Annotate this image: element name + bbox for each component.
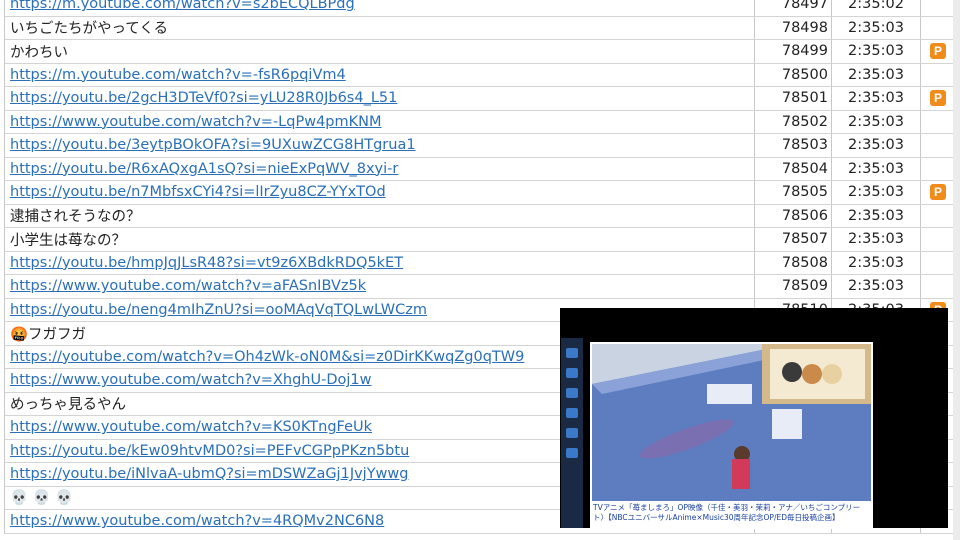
video-thumbnail[interactable] xyxy=(592,344,871,501)
comment-number: 78504 xyxy=(755,157,832,180)
comment-row[interactable]: かわちい 78499 2:35:03 P xyxy=(5,40,955,64)
comment-number: 78502 xyxy=(755,110,832,133)
comment-link[interactable]: https://youtu.be/n7MbfsxCYi4?si=lIrZyu8C… xyxy=(5,181,755,204)
comment-number: 78501 xyxy=(755,87,832,110)
desktop-icon xyxy=(566,428,578,438)
comment-row[interactable]: 小学生は苺なの？ 78507 2:35:03 xyxy=(5,228,955,252)
desktop-strip xyxy=(561,338,583,528)
comment-number: 78499 xyxy=(755,40,832,63)
comment-row[interactable]: https://youtu.be/n7MbfsxCYi4?si=lIrZyu8C… xyxy=(5,181,955,205)
comment-link[interactable]: https://youtu.be/2gcH3DTeVf0?si=yLU28R0J… xyxy=(5,87,755,110)
comment-link[interactable]: https://youtu.be/hmpJqJLsR48?si=vt9z6XBd… xyxy=(5,251,755,274)
premium-badge-icon: P xyxy=(930,43,946,60)
comment-number: 78503 xyxy=(755,134,832,157)
badge-cell xyxy=(921,158,955,181)
comment-time: 2:35:03 xyxy=(832,275,921,298)
comment-link[interactable]: https://www.youtube.com/watch?v=-LqPw4pm… xyxy=(5,110,755,133)
comment-text: 小学生は苺なの？ xyxy=(5,228,755,251)
comment-row[interactable]: https://youtu.be/hmpJqJLsR48?si=vt9z6XBd… xyxy=(5,251,955,275)
comment-row[interactable]: https://youtu.be/3eytpBOkOFA?si=9UXuwZCG… xyxy=(5,134,955,158)
comment-time: 2:35:02 xyxy=(832,0,921,16)
desktop-icon xyxy=(566,408,578,418)
comment-link[interactable]: https://www.youtube.com/watch?v=aFASnIBV… xyxy=(5,275,755,298)
comment-row[interactable]: https://youtu.be/R6xAQxgA1sQ?si=nieExPqW… xyxy=(5,157,955,181)
comment-time: 2:35:03 xyxy=(832,134,921,157)
comment-time: 2:35:03 xyxy=(832,110,921,133)
comment-link[interactable]: https://m.youtube.com/watch?v=s2bECQLBPd… xyxy=(5,0,755,16)
video-caption[interactable]: TVアニメ「苺ましまろ」OP映像（千佳・美羽・茉莉・アナ／いちごコンプリート）【… xyxy=(593,503,870,529)
premium-badge-icon: P xyxy=(930,184,946,201)
comment-text: かわちい xyxy=(5,40,755,63)
comment-time: 2:35:03 xyxy=(832,251,921,274)
comment-time: 2:35:03 xyxy=(832,157,921,180)
comment-number: 78500 xyxy=(755,63,832,86)
video-card[interactable]: TVアニメ「苺ましまろ」OP映像（千佳・美羽・茉莉・アナ／いちごコンプリート）【… xyxy=(590,342,873,529)
comment-row[interactable]: いちごたちがやってくる 78498 2:35:03 xyxy=(5,16,955,40)
premium-badge-icon: P xyxy=(930,90,946,107)
vertical-scrollbar[interactable] xyxy=(953,0,960,540)
comment-number: 78506 xyxy=(755,204,832,227)
badge-cell xyxy=(921,64,955,87)
comment-time: 2:35:03 xyxy=(832,87,921,110)
badge-cell xyxy=(921,17,955,40)
comment-number: 78509 xyxy=(755,275,832,298)
comment-text: いちごたちがやってくる xyxy=(5,16,755,39)
badge-cell xyxy=(921,275,955,298)
comment-row[interactable]: https://m.youtube.com/watch?v=-fsR6pqiVm… xyxy=(5,63,955,87)
desktop-icon xyxy=(566,448,578,458)
comment-time: 2:35:03 xyxy=(832,228,921,251)
comment-time: 2:35:03 xyxy=(832,63,921,86)
comment-row[interactable]: https://www.youtube.com/watch?v=-LqPw4pm… xyxy=(5,110,955,134)
badge-cell: P xyxy=(921,87,955,110)
badge-cell xyxy=(921,205,955,228)
comment-time: 2:35:03 xyxy=(832,16,921,39)
video-overlay: TVアニメ「苺ましまろ」OP映像（千佳・美羽・茉莉・アナ／いちごコンプリート）【… xyxy=(560,308,948,529)
comment-text: 逮捕されそうなの？ xyxy=(5,204,755,227)
comment-number: 78508 xyxy=(755,251,832,274)
desktop-icon xyxy=(566,388,578,398)
comment-row[interactable]: https://m.youtube.com/watch?v=s2bECQLBPd… xyxy=(5,0,955,17)
badge-cell xyxy=(921,228,955,251)
comment-number: 78498 xyxy=(755,16,832,39)
comment-link[interactable]: https://youtu.be/3eytpBOkOFA?si=9UXuwZCG… xyxy=(5,134,755,157)
badge-cell xyxy=(921,111,955,134)
desktop-icon xyxy=(566,368,578,378)
badge-cell: P xyxy=(921,40,955,63)
comment-row[interactable]: https://www.youtube.com/watch?v=aFASnIBV… xyxy=(5,275,955,299)
comment-number: 78497 xyxy=(755,0,832,16)
badge-cell xyxy=(921,252,955,275)
comment-time: 2:35:03 xyxy=(832,204,921,227)
desktop-icon xyxy=(566,348,578,358)
comment-time: 2:35:03 xyxy=(832,40,921,63)
badge-cell xyxy=(921,134,955,157)
badge-cell: P xyxy=(921,181,955,204)
comment-number: 78507 xyxy=(755,228,832,251)
comment-row[interactable]: 逮捕されそうなの？ 78506 2:35:03 xyxy=(5,204,955,228)
comment-link[interactable]: https://m.youtube.com/watch?v=-fsR6pqiVm… xyxy=(5,63,755,86)
badge-cell xyxy=(921,0,955,16)
comment-link[interactable]: https://youtu.be/R6xAQxgA1sQ?si=nieExPqW… xyxy=(5,157,755,180)
comment-time: 2:35:03 xyxy=(832,181,921,204)
comment-number: 78505 xyxy=(755,181,832,204)
comment-row[interactable]: https://youtu.be/2gcH3DTeVf0?si=yLU28R0J… xyxy=(5,87,955,111)
